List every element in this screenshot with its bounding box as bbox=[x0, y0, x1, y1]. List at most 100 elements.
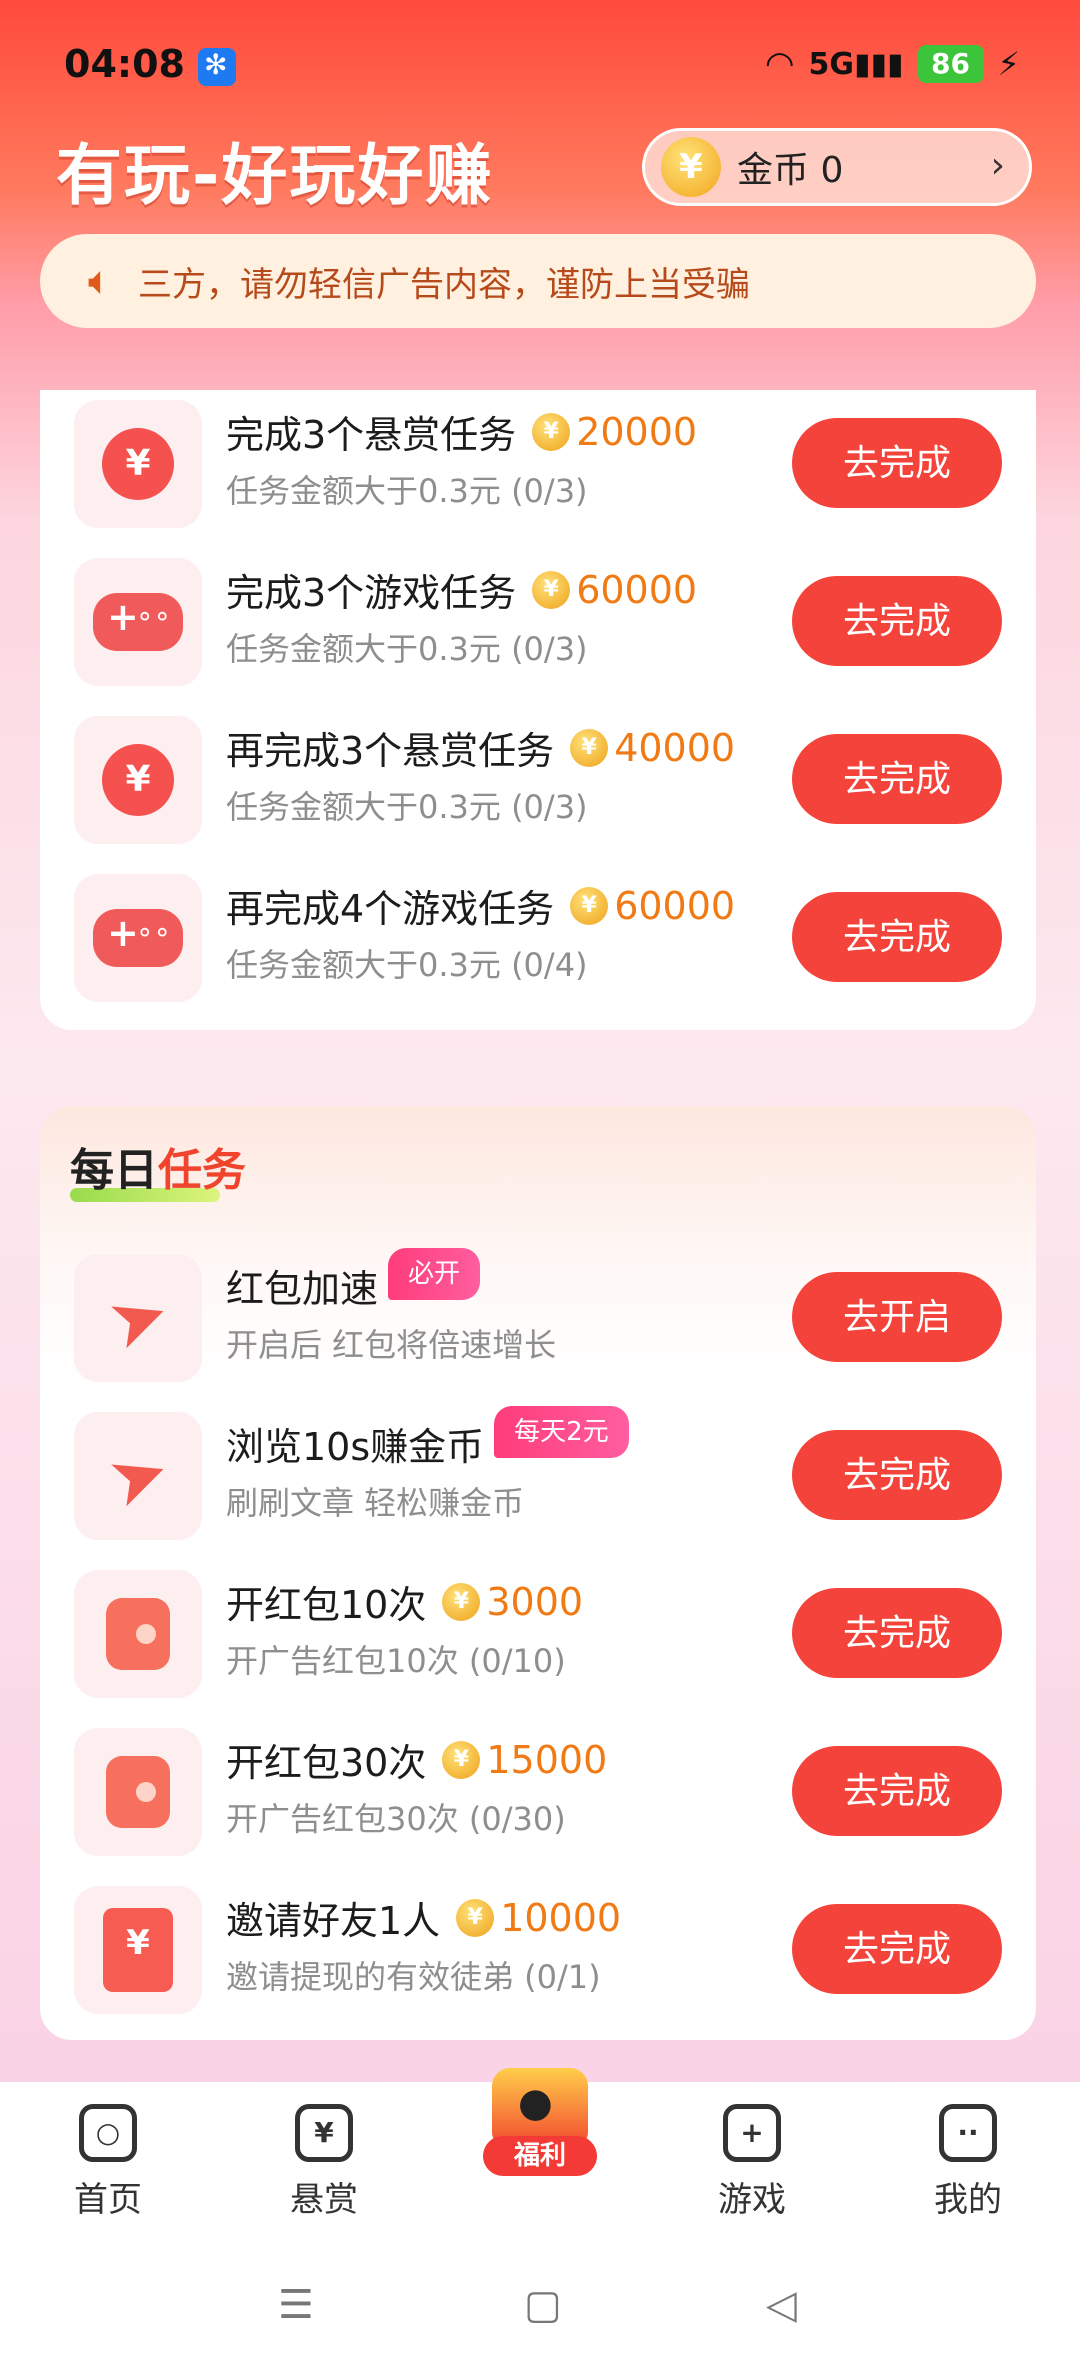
daily-task-card: 每日任务 ➤ 红包加速 必开 开启后 红包将倍速增长 去开启 ➤ 浏览10s赚金币… bbox=[40, 1106, 1036, 2040]
gamepad-icon bbox=[93, 593, 183, 651]
yen-coin-icon: ¥ bbox=[102, 428, 174, 500]
complete-task-button[interactable]: 去完成 bbox=[792, 1746, 1002, 1836]
coin-icon: ¥ bbox=[570, 886, 609, 925]
bottom-nav: ○ 首页 ¥ 悬赏 福利 + 游戏 ·· 我的 ☰ ▢ ◁ bbox=[0, 2068, 1080, 2362]
yen-coin-icon: ¥ bbox=[102, 744, 174, 816]
notice-banner: 🔈︎ 三方，请勿轻信广告内容，谨防上当受骗 bbox=[40, 234, 1036, 328]
task-title: 再完成4个游戏任务 bbox=[226, 887, 555, 931]
task-icon-box: ➤ bbox=[74, 1254, 202, 1382]
daily-task-row: ➤ 红包加速 必开 开启后 红包将倍速增长 去开启 bbox=[40, 1244, 1036, 1402]
wifi-icon: ◠ bbox=[764, 44, 795, 84]
task-subtitle: 任务金额大于0.3元 (0/4) bbox=[226, 946, 588, 984]
task-subtitle: 刷刷文章 轻松赚金币 bbox=[226, 1484, 525, 1522]
nav-welfare[interactable]: 福利 bbox=[466, 2068, 614, 2176]
task-reward: 60000 bbox=[576, 567, 698, 612]
wallet-icon bbox=[106, 1756, 170, 1828]
task-title: 邀请好友1人 bbox=[226, 1899, 441, 1943]
speaker-icon: 🔈︎ bbox=[88, 258, 112, 304]
task-tag-badge: 每天2元 bbox=[494, 1405, 629, 1458]
complete-task-button[interactable]: 去完成 bbox=[792, 1588, 1002, 1678]
status-bar: 04:08 ◠ 5G▮▮▮ 86 ⚡ bbox=[0, 0, 1080, 130]
task-title: 完成3个悬赏任务 bbox=[226, 413, 517, 457]
task-subtitle: 开启后 红包将倍速增长 bbox=[226, 1326, 557, 1364]
task-subtitle: 任务金额大于0.3元 (0/3) bbox=[226, 630, 588, 668]
task-title: 完成3个游戏任务 bbox=[226, 571, 517, 615]
paper-plane-icon: ➤ bbox=[96, 1269, 180, 1367]
coin-balance-label: 金币 0 bbox=[737, 150, 844, 191]
wallet-icon bbox=[106, 1598, 170, 1670]
coin-icon: ¥ bbox=[442, 1740, 481, 1779]
home-square-icon[interactable]: ▢ bbox=[524, 2282, 562, 2328]
app-notification-icon bbox=[198, 48, 236, 86]
task-icon-box: ¥ bbox=[74, 400, 202, 528]
task-title: 开红包30次 bbox=[226, 1741, 427, 1785]
task-subtitle: 开广告红包10次 (0/10) bbox=[226, 1642, 566, 1680]
nav-home[interactable]: ○ 首页 bbox=[28, 2092, 188, 2221]
daily-task-row: 开红包10次 ¥3000 开广告红包10次 (0/10) 去完成 bbox=[40, 1560, 1036, 1718]
enable-task-button[interactable]: 去开启 bbox=[792, 1272, 1002, 1362]
task-list-card: ¥ 完成3个悬赏任务 ¥20000 任务金额大于0.3元 (0/3) 去完成 完成… bbox=[40, 390, 1036, 1030]
task-icon-box bbox=[74, 1728, 202, 1856]
task-row: 完成3个游戏任务 ¥60000 任务金额大于0.3元 (0/3) 去完成 bbox=[40, 548, 1036, 706]
back-icon[interactable]: ◁ bbox=[766, 2282, 797, 2328]
task-row: ¥ 完成3个悬赏任务 ¥20000 任务金额大于0.3元 (0/3) 去完成 bbox=[40, 390, 1036, 548]
menu-icon[interactable]: ☰ bbox=[278, 2282, 314, 2328]
task-icon-box bbox=[74, 1570, 202, 1698]
complete-task-button[interactable]: 去完成 bbox=[792, 576, 1002, 666]
daily-task-row: ➤ 浏览10s赚金币 每天2元 刷刷文章 轻松赚金币 去完成 bbox=[40, 1402, 1036, 1560]
daily-task-row: 开红包30次 ¥15000 开广告红包30次 (0/30) 去完成 bbox=[40, 1718, 1036, 1876]
complete-task-button[interactable]: 去完成 bbox=[792, 418, 1002, 508]
task-reward: 15000 bbox=[486, 1737, 608, 1782]
nav-games-label: 游戏 bbox=[718, 2180, 786, 2220]
profile-face-icon: ·· bbox=[939, 2104, 997, 2162]
task-reward: 10000 bbox=[500, 1895, 622, 1940]
task-row: ¥ 再完成3个悬赏任务 ¥40000 任务金额大于0.3元 (0/3) 去完成 bbox=[40, 706, 1036, 864]
complete-task-button[interactable]: 去完成 bbox=[792, 892, 1002, 982]
task-tag-badge: 必开 bbox=[388, 1247, 481, 1300]
yen-document-icon: ¥ bbox=[295, 2104, 353, 2162]
task-reward: 60000 bbox=[614, 883, 736, 928]
nav-mine[interactable]: ·· 我的 bbox=[888, 2092, 1048, 2221]
task-icon-box bbox=[74, 558, 202, 686]
coin-balance-button[interactable]: ¥ 金币 0 › bbox=[642, 128, 1032, 206]
complete-task-button[interactable]: 去完成 bbox=[792, 1904, 1002, 1994]
nav-bounty-label: 悬赏 bbox=[290, 2180, 358, 2220]
task-icon-box bbox=[74, 874, 202, 1002]
task-reward: 3000 bbox=[486, 1579, 584, 1624]
daily-task-title: 每日任务 bbox=[70, 1145, 246, 1196]
gold-coin-icon: ¥ bbox=[661, 137, 721, 197]
coin-icon: ¥ bbox=[570, 728, 609, 767]
red-envelope-icon: ¥ bbox=[103, 1908, 173, 1992]
task-title: 再完成3个悬赏任务 bbox=[226, 729, 555, 773]
nav-welfare-label: 福利 bbox=[483, 2136, 597, 2176]
coin-icon: ¥ bbox=[532, 570, 571, 609]
nav-bounty[interactable]: ¥ 悬赏 bbox=[244, 2092, 404, 2221]
status-time: 04:08 bbox=[64, 42, 185, 86]
battery-icon: 86 bbox=[917, 45, 984, 83]
complete-task-button[interactable]: 去完成 bbox=[792, 1430, 1002, 1520]
coin-icon: ¥ bbox=[442, 1582, 481, 1621]
task-title: 红包加速 bbox=[226, 1267, 379, 1311]
home-icon: ○ bbox=[79, 2104, 137, 2162]
daily-task-row: ¥ 邀请好友1人 ¥10000 邀请提现的有效徒弟 (0/1) 去完成 bbox=[40, 1876, 1036, 2034]
chevron-right-icon: › bbox=[990, 145, 1005, 186]
notice-text: 三方，请勿轻信广告内容，谨防上当受骗 bbox=[138, 264, 750, 305]
task-subtitle: 邀请提现的有效徒弟 (0/1) bbox=[226, 1958, 601, 1996]
system-navigation-bar: ☰ ▢ ◁ bbox=[0, 2282, 1080, 2362]
complete-task-button[interactable]: 去完成 bbox=[792, 734, 1002, 824]
cell-signal-icon: 5G▮▮▮ bbox=[808, 46, 904, 82]
nav-mine-label: 我的 bbox=[934, 2180, 1002, 2220]
task-title: 浏览10s赚金币 bbox=[226, 1425, 485, 1469]
charging-icon: ⚡ bbox=[997, 45, 1020, 83]
coin-icon: ¥ bbox=[456, 1898, 495, 1937]
nav-games[interactable]: + 游戏 bbox=[672, 2092, 832, 2221]
task-subtitle: 开广告红包30次 (0/30) bbox=[226, 1800, 566, 1838]
paper-plane-icon: ➤ bbox=[96, 1427, 180, 1525]
gamepad-icon bbox=[93, 909, 183, 967]
task-row: 再完成4个游戏任务 ¥60000 任务金额大于0.3元 (0/4) 去完成 bbox=[40, 864, 1036, 1022]
task-title: 开红包10次 bbox=[226, 1583, 427, 1627]
game-console-icon: + bbox=[723, 2104, 781, 2162]
status-indicators: ◠ 5G▮▮▮ 86 ⚡ bbox=[765, 44, 1020, 84]
coin-icon: ¥ bbox=[532, 412, 571, 451]
task-subtitle: 任务金额大于0.3元 (0/3) bbox=[226, 788, 588, 826]
